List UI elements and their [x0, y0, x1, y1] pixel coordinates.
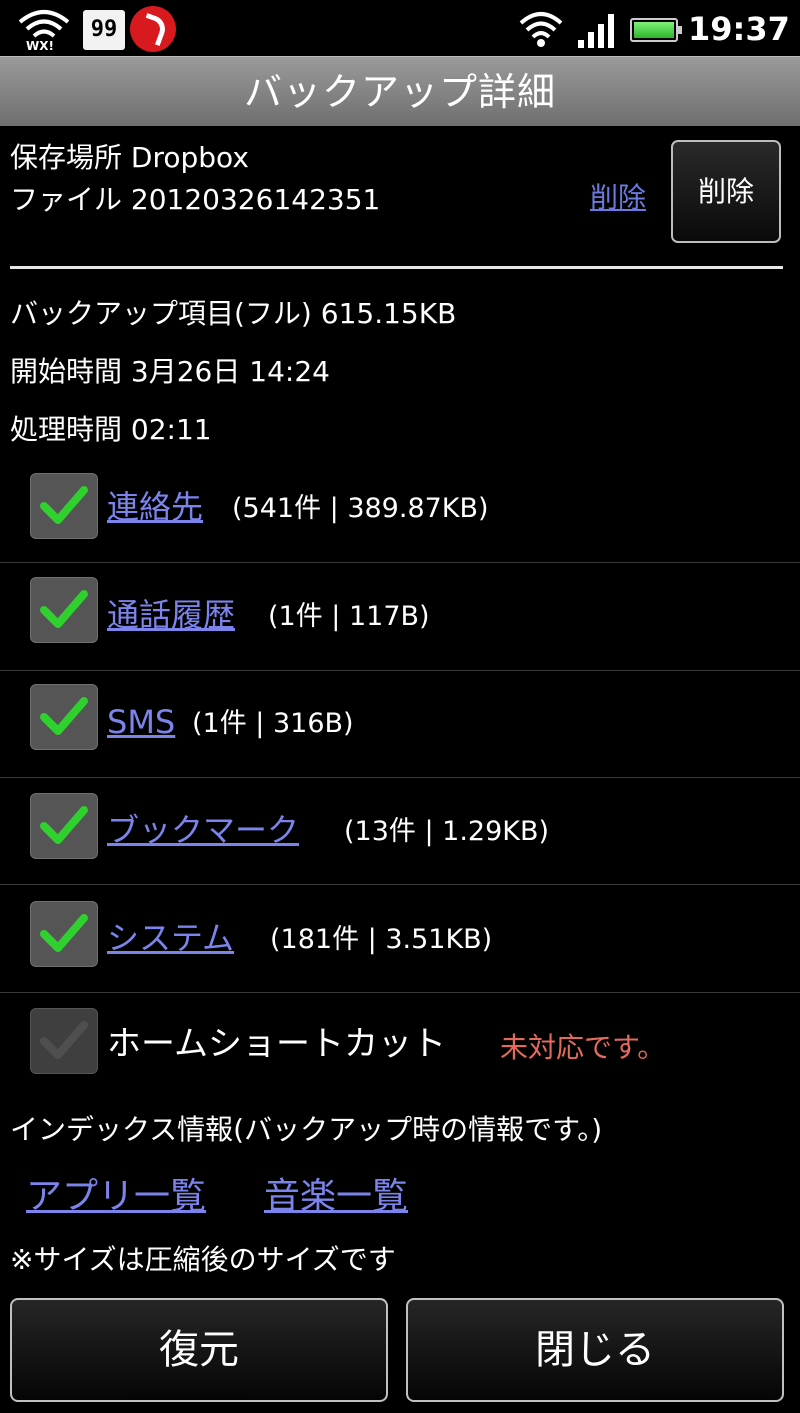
location-value: Dropbox: [130, 141, 249, 174]
backup-items-label: バックアップ項目(フル): [10, 297, 312, 330]
start-time-value: 3月26日 14:24: [130, 355, 330, 388]
checkmark-icon: [40, 1021, 88, 1059]
restore-button[interactable]: 復元: [10, 1298, 388, 1402]
duration-value: 02:11: [130, 413, 212, 446]
unsupported-note: 未対応です。: [500, 1031, 666, 1064]
call-log-link[interactable]: 通話履歴: [107, 593, 235, 637]
backup-item-call-log: 通話履歴 (1件 | 117B): [0, 563, 800, 671]
sms-link[interactable]: SMS: [107, 700, 175, 744]
file-value: 20120326142351: [130, 183, 381, 216]
backup-items-line: バックアップ項目(フル) 615.15KB: [10, 294, 456, 334]
system-link[interactable]: システム: [107, 916, 234, 960]
home-shortcut-checkbox: [30, 1008, 98, 1074]
checkmark-icon: [40, 590, 88, 628]
contacts-checkbox[interactable]: [30, 473, 98, 539]
start-time-line: 開始時間 3月26日 14:24: [10, 352, 330, 392]
checkmark-icon: [40, 914, 88, 952]
page-title: バックアップ詳細: [243, 70, 556, 114]
contacts-link[interactable]: 連絡先: [107, 485, 203, 529]
checkmark-icon: [40, 806, 88, 844]
call-log-info: (1件 | 117B): [268, 601, 430, 632]
checkmark-icon: [40, 697, 88, 735]
location-line: 保存場所 Dropbox: [10, 138, 249, 178]
location-label: 保存場所: [10, 141, 123, 174]
bookmarks-checkbox[interactable]: [30, 793, 98, 859]
checkmark-icon: [40, 486, 88, 524]
wifi-icon: [519, 12, 563, 47]
sms-info: (1件 | 316B): [192, 708, 354, 739]
wifi-plus-icon: WX!: [18, 10, 70, 52]
divider: [10, 266, 783, 269]
backup-item-sms: SMS (1件 | 316B): [0, 670, 800, 778]
index-info-label: インデックス情報(バックアップ時の情報です。): [10, 1113, 603, 1146]
home-shortcut-label: ホームショートカット: [107, 1024, 446, 1064]
file-line: ファイル 20120326142351: [10, 180, 380, 220]
sms-checkbox[interactable]: [30, 684, 98, 750]
app-list-link[interactable]: アプリ一覧: [26, 1172, 206, 1222]
system-checkbox[interactable]: [30, 901, 98, 967]
file-label: ファイル: [10, 183, 123, 216]
backup-items-size: 615.15KB: [320, 297, 457, 330]
bookmarks-info: (13件 | 1.29KB): [344, 816, 550, 847]
close-button[interactable]: 閉じる: [406, 1298, 784, 1402]
delete-link[interactable]: 削除: [590, 178, 646, 218]
start-time-label: 開始時間: [10, 355, 123, 388]
system-info: (181件 | 3.51KB): [270, 924, 493, 955]
delete-button[interactable]: 削除: [671, 140, 781, 243]
bookmarks-link[interactable]: ブックマーク: [107, 808, 299, 852]
backup-item-bookmarks: ブックマーク (13件 | 1.29KB): [0, 777, 800, 885]
contacts-info: (541件 | 389.87KB): [232, 493, 489, 524]
music-list-link[interactable]: 音楽一覧: [264, 1172, 408, 1222]
backup-item-system: システム (181件 | 3.51KB): [0, 885, 800, 993]
signal-icon: [578, 14, 614, 48]
backup-item-contacts: 連絡先 (541件 | 389.87KB): [0, 455, 800, 563]
svg-text:WX!: WX!: [26, 39, 54, 52]
duration-label: 処理時間: [10, 413, 123, 446]
call-log-checkbox[interactable]: [30, 577, 98, 643]
title-bar: バックアップ詳細: [0, 56, 800, 126]
trend-micro-icon: [130, 6, 176, 52]
clock: 19:37: [688, 10, 790, 48]
duration-line: 処理時間 02:11: [10, 410, 212, 450]
status-bar: WX! 99 19:37: [0, 0, 800, 56]
badge-99-icon: 99: [83, 10, 125, 50]
battery-icon: [630, 18, 682, 42]
size-note: ※サイズは圧縮後のサイズです: [10, 1243, 396, 1276]
